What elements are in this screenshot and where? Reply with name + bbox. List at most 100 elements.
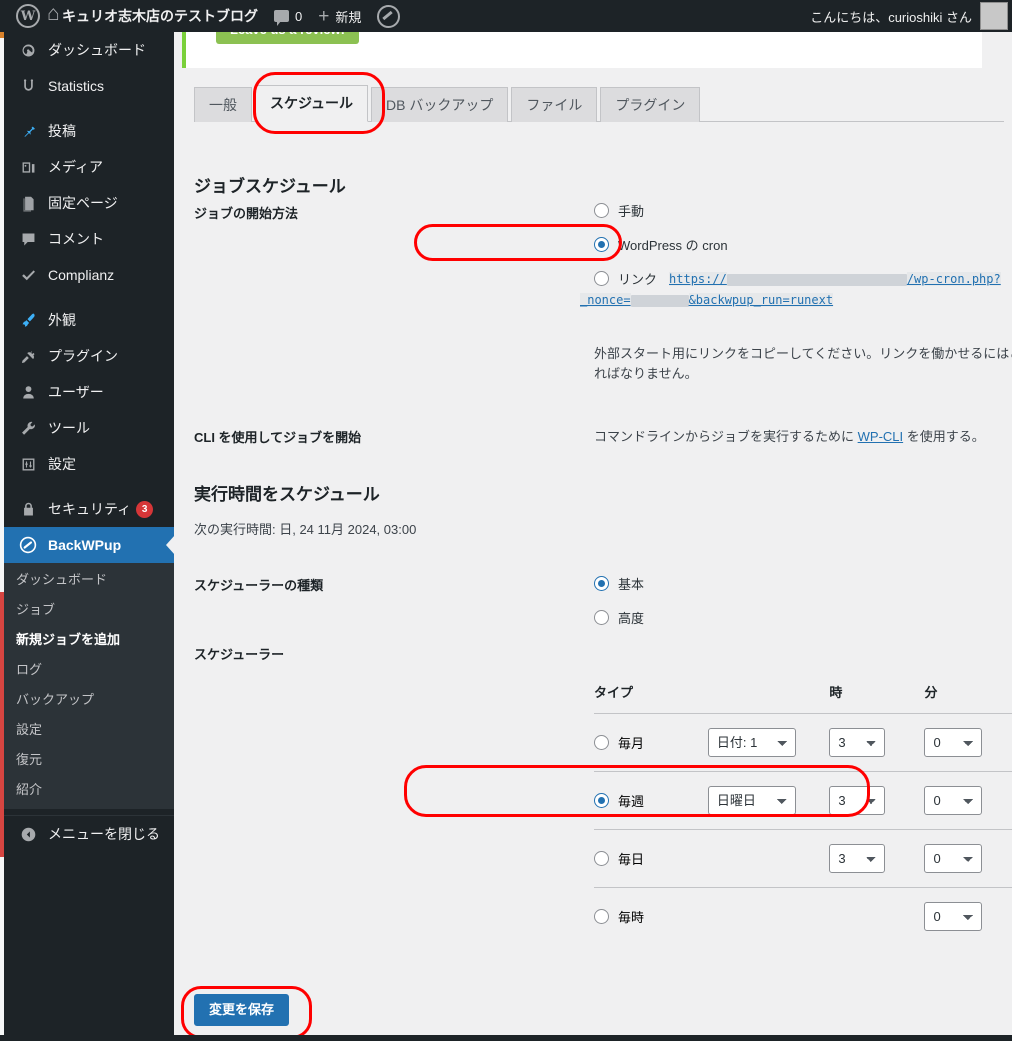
cell-type-monthly: 毎月	[594, 713, 708, 772]
save-button[interactable]: 変更を保存	[194, 994, 290, 1026]
sidebar-item-settings[interactable]: 設定	[4, 446, 174, 482]
radio-monthly[interactable]	[594, 735, 609, 750]
start-method-option-manual[interactable]: 手動	[594, 201, 644, 220]
weekly-day-select[interactable]: 日曜日	[707, 786, 796, 815]
sidebar-item-plugins[interactable]: プラグイン	[4, 338, 174, 374]
start-method-help-text: 外部スタート用にリンクをコピーしてください。リンクを働かせるにはこのオプションが…	[594, 346, 1012, 381]
scheduler-option-daily[interactable]: 毎日	[594, 849, 708, 868]
cell-day-hourly-empty	[708, 888, 830, 946]
cron-url-line1[interactable]: https:// /wp-cron.php?	[669, 271, 1001, 286]
scheduler-option-hourly[interactable]: 毎時	[594, 907, 708, 926]
start-method-option-link[interactable]: リンク https:// /wp-cron.php? _nonce= &backwp…	[580, 269, 1001, 307]
sidebar-item-media[interactable]: メディア	[4, 149, 174, 185]
backwpup-submenu: ダッシュボード ジョブ 新規ジョブを追加 ログ バックアップ 設定 復元 紹介	[4, 563, 174, 809]
tab-general[interactable]: 一般	[194, 87, 252, 122]
radio-daily[interactable]	[594, 851, 609, 866]
tab-schedule[interactable]: スケジュール	[255, 85, 369, 122]
edge-red-marker	[0, 592, 4, 857]
pin-icon	[16, 123, 40, 140]
sidebar-item-label: Statistics	[48, 78, 105, 94]
column-header-type: タイプ	[594, 682, 708, 714]
cron-url-line2[interactable]: _nonce= &backwpup_run=runext	[580, 292, 1001, 307]
submenu-item-about[interactable]: 紹介	[4, 775, 174, 805]
radio-advanced[interactable]	[594, 610, 609, 625]
sidebar-item-label: 設定	[48, 456, 76, 472]
daily-hour-select[interactable]: 3	[829, 844, 886, 873]
comment-bubble-icon	[274, 10, 289, 26]
monthly-minute-select[interactable]: 0	[924, 728, 983, 757]
page-title-schedule-execution: 実行時間をスケジュール	[194, 485, 380, 504]
sidebar-item-backwpup[interactable]: BackWPup	[4, 527, 175, 563]
submenu-item-logs[interactable]: ログ	[4, 655, 174, 685]
collapse-menu-button[interactable]: メニューを閉じる	[4, 815, 174, 852]
sidebar-item-label: Complianz	[48, 267, 115, 283]
sidebar-separator	[4, 482, 174, 491]
submenu-item-dashboard[interactable]: ダッシュボード	[4, 565, 174, 595]
next-run-time: 次の実行時間: 日, 24 11月 2024, 03:00	[194, 522, 417, 537]
start-method-label: ジョブの開始方法	[194, 206, 299, 221]
sidebar-item-label: コメント	[48, 231, 104, 247]
submenu-item-settings[interactable]: 設定	[4, 715, 174, 745]
radio-hourly[interactable]	[594, 909, 609, 924]
radio-label: 毎時	[618, 910, 645, 925]
cli-text-after: を使用する。	[903, 429, 985, 444]
monthly-hour-select[interactable]: 3	[829, 728, 886, 757]
scheduler-option-monthly[interactable]: 毎月	[594, 733, 708, 752]
sidebar-item-users[interactable]: ユーザー	[4, 374, 174, 410]
cron-url-run-param: &backwpup_run=runext	[688, 293, 834, 307]
start-method-option-wp-cron[interactable]: WordPress の cron	[594, 235, 728, 254]
sidebar-item-security[interactable]: セキュリティ 3	[4, 491, 174, 527]
weekly-hour-select[interactable]: 3	[829, 786, 886, 815]
submenu-item-backups[interactable]: バックアップ	[4, 685, 174, 715]
cron-url-nonce-label: _nonce=	[580, 293, 631, 307]
sidebar-item-comments[interactable]: コメント	[4, 221, 174, 257]
sidebar-item-appearance[interactable]: 外観	[4, 302, 174, 338]
avatar	[980, 2, 1008, 30]
sidebar-item-tools[interactable]: ツール	[4, 410, 174, 446]
radio-label: 毎日	[618, 852, 645, 867]
cron-url-redacted-nonce	[630, 294, 689, 307]
table-row: 毎週 日曜日 3 0	[594, 771, 1012, 830]
sidebar-item-statistics[interactable]: Statistics	[4, 68, 174, 104]
admin-bar-left: W キュリオ志木店のテストブログ 0 + 新規	[0, 0, 408, 32]
sidebar-item-label: ダッシュボード	[48, 42, 146, 58]
backwpup-adminbar-menu-item[interactable]	[369, 0, 408, 32]
cell-type-hourly: 毎時	[594, 888, 708, 946]
radio-basic[interactable]	[594, 576, 609, 591]
sidebar-item-dashboard[interactable]: ダッシュボード	[4, 32, 174, 68]
scheduler-type-option-advanced[interactable]: 高度	[594, 608, 644, 627]
radio-wp-cron[interactable]	[594, 237, 609, 252]
sidebar-item-complianz[interactable]: Complianz	[4, 257, 174, 293]
radio-label: 基本	[618, 577, 645, 592]
wp-cli-link[interactable]: WP-CLI	[858, 429, 904, 444]
scheduler-option-weekly[interactable]: 毎週	[594, 791, 708, 810]
tab-files[interactable]: ファイル	[511, 87, 598, 122]
collapse-arrow-icon	[16, 826, 40, 843]
site-title-label: キュリオ志木店のテストブログ	[62, 8, 258, 24]
tab-db-backup[interactable]: DB バックアップ	[371, 87, 509, 122]
sidebar-item-pages[interactable]: 固定ページ	[4, 185, 174, 221]
radio-link[interactable]	[594, 271, 609, 286]
radio-weekly[interactable]	[594, 793, 609, 808]
hourly-minute-select[interactable]: 0	[924, 902, 983, 931]
submenu-item-restore[interactable]: 復元	[4, 745, 174, 775]
admin-bar-right[interactable]: こんにちは、curioshiki さん	[810, 2, 1012, 30]
tab-plugins[interactable]: プラグイン	[600, 87, 701, 122]
comments-menu-item[interactable]: 0	[266, 0, 310, 32]
leave-review-button[interactable]: Leave us a review!	[216, 32, 359, 44]
site-name-menu-item[interactable]: キュリオ志木店のテストブログ	[47, 0, 266, 32]
new-content-menu-item[interactable]: + 新規	[310, 0, 369, 32]
scheduler-table-head: タイプ 時 分	[594, 682, 1012, 714]
submenu-item-jobs[interactable]: ジョブ	[4, 595, 174, 625]
weekly-minute-select[interactable]: 0	[924, 786, 983, 815]
wordpress-logo-menu-item[interactable]: W	[8, 0, 48, 32]
sidebar-item-posts[interactable]: 投稿	[4, 113, 174, 149]
monthly-day-select[interactable]: 日付: 1	[707, 728, 796, 757]
radio-manual[interactable]	[594, 203, 609, 218]
submenu-item-add-new-job[interactable]: 新規ジョブを追加	[4, 625, 174, 655]
cell-type-daily: 毎日	[594, 829, 708, 888]
scheduler-type-option-basic[interactable]: 基本	[594, 574, 644, 593]
user-greeting-label: こんにちは、curioshiki さん	[810, 9, 972, 25]
table-row: 毎月 日付: 1 3 0	[594, 713, 1012, 772]
daily-minute-select[interactable]: 0	[924, 844, 983, 873]
